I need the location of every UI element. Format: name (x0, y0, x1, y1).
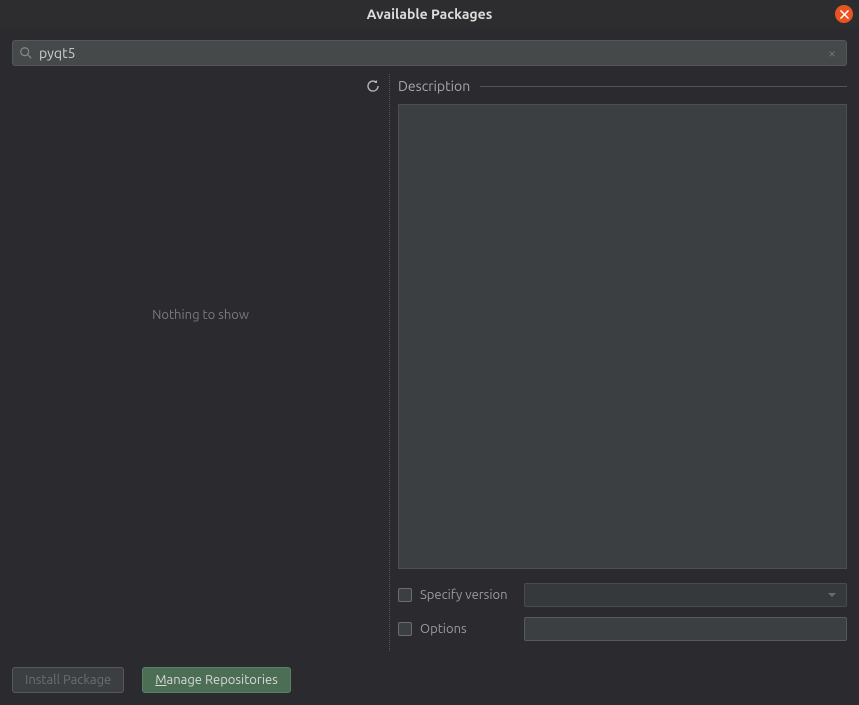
package-list-pane: Nothing to show (12, 74, 390, 651)
close-button[interactable] (835, 5, 853, 23)
options-row: Options (398, 617, 847, 641)
bottom-bar: Install Package Manage Repositories (12, 651, 847, 693)
empty-list-message: Nothing to show (152, 308, 249, 322)
dialog-content: × Nothing to show Description Specify (0, 28, 859, 705)
specify-version-checkbox[interactable] (398, 588, 412, 602)
install-package-button: Install Package (12, 667, 124, 693)
clear-search-button[interactable]: × (824, 45, 840, 61)
details-pane: Description Specify version Options (390, 74, 847, 651)
chevron-down-icon (828, 593, 836, 597)
specify-version-label: Specify version (420, 588, 524, 602)
manage-label: Manage Repositories (155, 673, 278, 687)
specify-version-row: Specify version (398, 583, 847, 607)
options-label: Options (420, 622, 524, 636)
manage-repositories-button[interactable]: Manage Repositories (142, 667, 291, 693)
description-box (398, 104, 847, 569)
version-select[interactable] (524, 583, 847, 607)
description-label: Description (398, 78, 470, 94)
main-area: Nothing to show Description Specify vers… (12, 74, 847, 651)
refresh-icon[interactable] (365, 78, 381, 94)
titlebar: Available Packages (0, 0, 859, 28)
description-header: Description (398, 74, 847, 94)
install-label: Install Package (25, 673, 111, 687)
window-title: Available Packages (367, 6, 493, 22)
divider (480, 86, 847, 87)
search-icon (19, 46, 33, 60)
package-list: Nothing to show (12, 98, 389, 651)
refresh-row (12, 74, 389, 98)
search-input[interactable] (39, 45, 824, 61)
options-checkbox[interactable] (398, 622, 412, 636)
options-input[interactable] (524, 617, 847, 641)
search-box: × (12, 40, 847, 66)
close-icon (840, 10, 849, 19)
